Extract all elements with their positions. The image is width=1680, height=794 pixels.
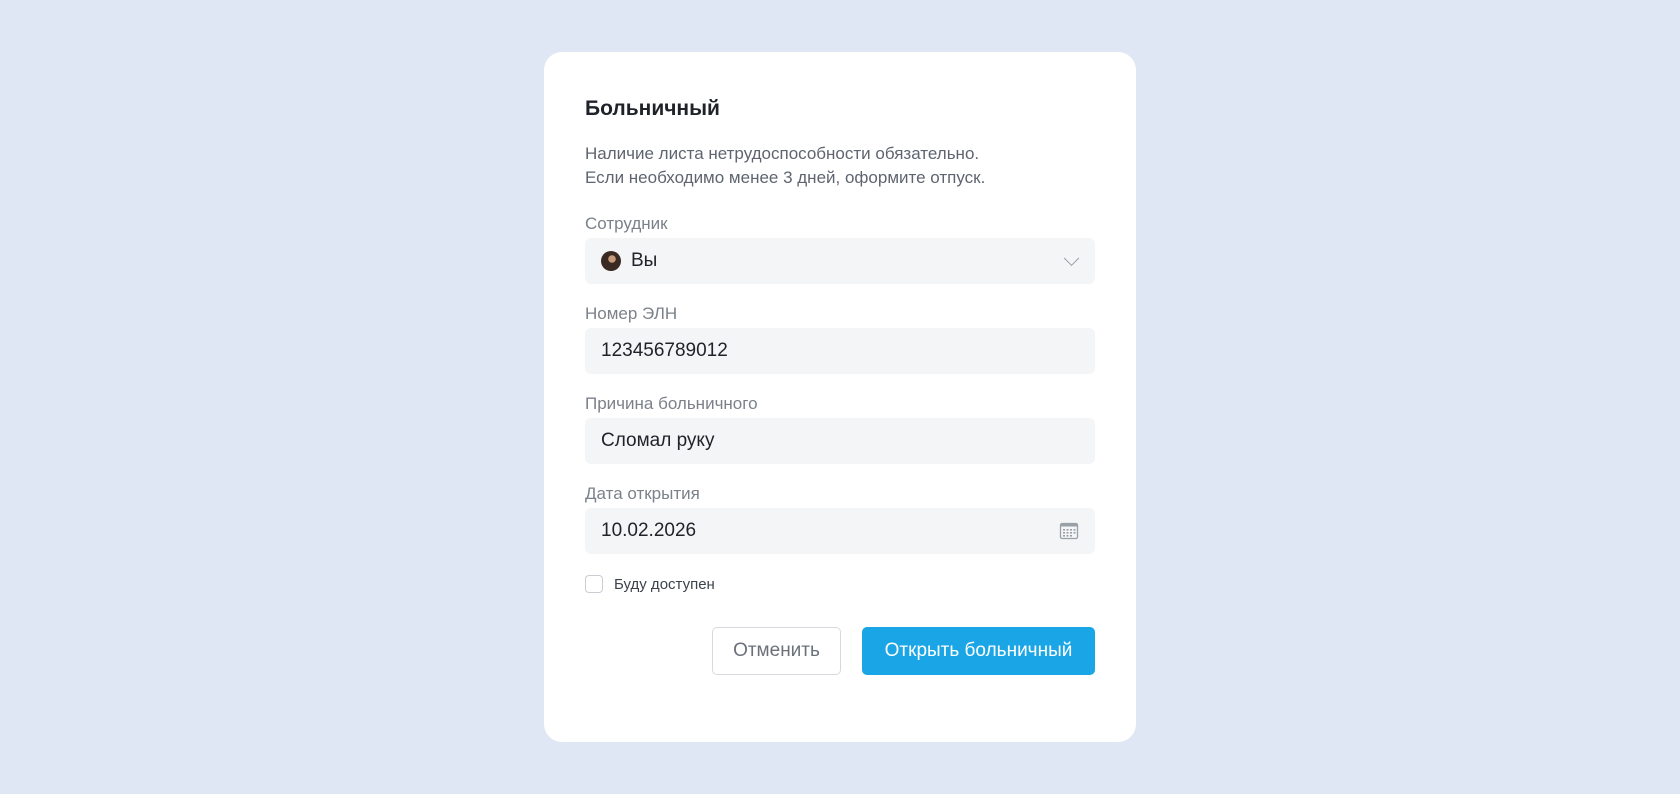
open-sick-leave-button[interactable]: Открыть больничный [862,627,1095,675]
available-checkbox-label[interactable]: Буду доступен [614,576,715,593]
description-line-1: Наличие листа нетрудоспособности обязате… [585,144,980,163]
cancel-button[interactable]: Отменить [712,627,841,675]
calendar-icon[interactable] [1059,521,1079,541]
chevron-down-icon[interactable] [1063,250,1080,267]
employee-value: Вы [631,250,658,271]
eln-number-value: 123456789012 [601,340,728,361]
employee-select[interactable]: Вы [585,238,1095,284]
dialog-actions: Отменить Открыть больничный [585,627,1095,675]
open-date-input[interactable]: 10.02.2026 [585,508,1095,554]
employee-label: Сотрудник [585,214,668,233]
open-date-label: Дата открытия [585,484,700,503]
avatar [601,251,621,271]
sick-leave-dialog: Больничный Наличие листа нетрудоспособно… [544,52,1136,742]
dialog-description: Наличие листа нетрудоспособности обязате… [585,142,1095,190]
eln-number-input[interactable]: 123456789012 [585,328,1095,374]
reason-value: Сломал руку [601,430,715,451]
available-checkbox[interactable] [585,575,603,593]
description-line-2: Если необходимо менее 3 дней, оформите о… [585,168,986,187]
open-date-value: 10.02.2026 [601,520,697,541]
eln-number-label: Номер ЭЛН [585,304,678,323]
reason-label: Причина больничного [585,394,758,413]
reason-input[interactable]: Сломал руку [585,418,1095,464]
dialog-title: Больничный [585,97,720,120]
available-checkbox-row: Буду доступен [585,575,1095,593]
